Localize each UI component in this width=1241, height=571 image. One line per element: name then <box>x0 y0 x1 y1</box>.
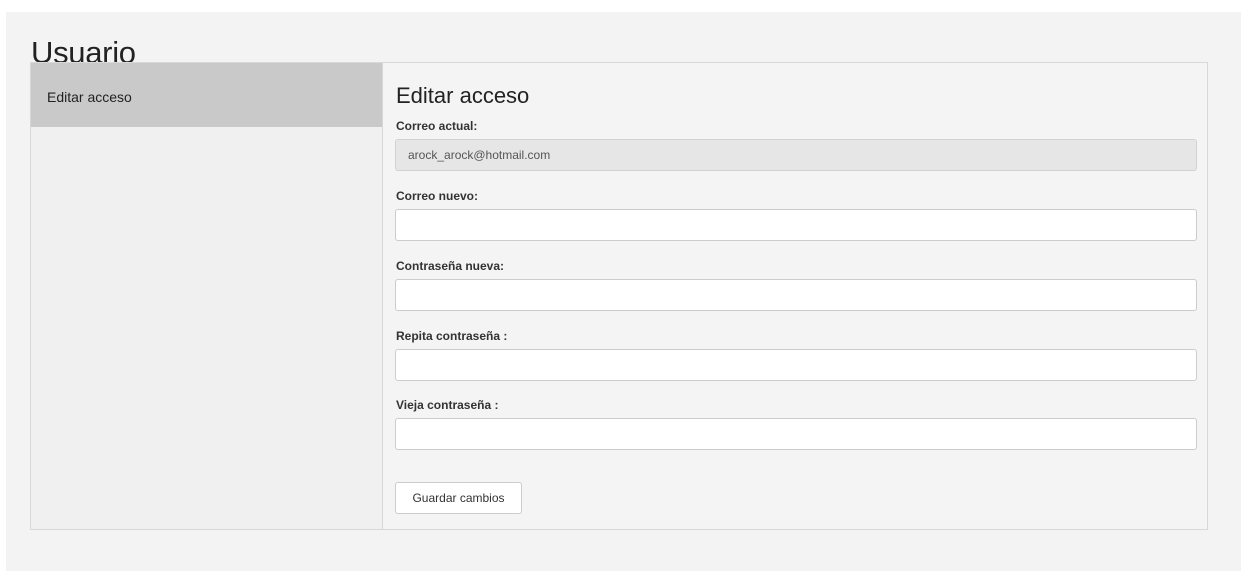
repeat-password-label: Repita contraseña : <box>396 329 508 343</box>
sidebar-item-label: Editar acceso <box>47 89 132 105</box>
old-password-label: Vieja contraseña : <box>396 398 499 412</box>
sidebar-item-editar-acceso[interactable]: Editar acceso <box>31 63 382 127</box>
new-email-label: Correo nuevo: <box>396 189 479 203</box>
current-email-label: Correo actual: <box>396 119 478 133</box>
form-title: Editar acceso <box>396 83 530 108</box>
current-email-field[interactable] <box>395 139 1197 171</box>
sidebar: Editar acceso <box>31 63 383 529</box>
repeat-password-field[interactable] <box>395 349 1197 381</box>
old-password-field[interactable] <box>395 418 1197 450</box>
new-email-field[interactable] <box>395 209 1197 241</box>
new-password-field[interactable] <box>395 279 1197 311</box>
save-changes-button[interactable]: Guardar cambios <box>395 482 522 514</box>
new-password-label: Contraseña nueva: <box>396 259 505 273</box>
user-panel: Editar acceso Editar acceso Correo actua… <box>30 62 1208 530</box>
